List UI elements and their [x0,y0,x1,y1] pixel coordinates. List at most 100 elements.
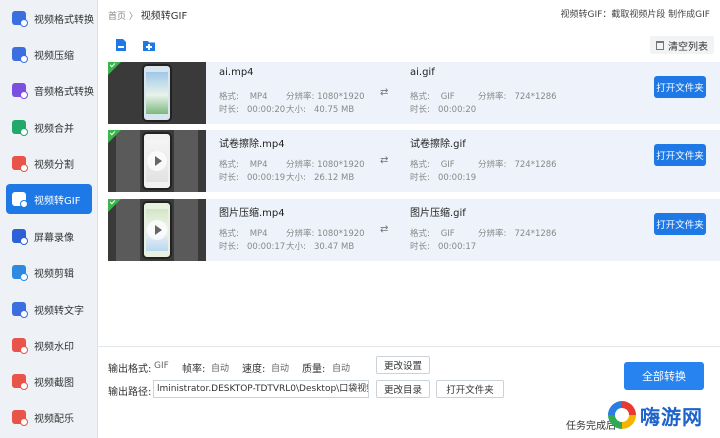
clear-list-label: 清空列表 [668,41,708,53]
breadcrumb: 首页 〉 视频转GIF [108,7,187,22]
video-music-icon [12,410,28,426]
add-file-icon[interactable] [114,38,128,52]
source-size: 26.12 MB [313,173,355,183]
sidebar-item-label: 视频格式转换 [34,14,94,26]
sidebar-item-video-convert[interactable]: 视频格式转换 [6,3,94,33]
change-settings-button[interactable]: 更改设置 [376,356,430,374]
screen-record-icon [12,229,28,245]
fps-label: 帧率: [182,364,206,375]
output-resolution: 724*1286 [514,160,557,170]
source-format: MP4 [249,229,268,239]
breadcrumb-separator: 〉 [128,12,138,22]
video-thumbnail [108,130,206,192]
sidebar-item-video-to-gif[interactable]: 视频转GIF [6,184,92,214]
video-edit-icon [12,265,28,281]
sidebar-item-video-split[interactable]: 视频分割 [6,148,92,178]
output-filename: 图片压缩.gif [410,208,466,219]
play-icon [147,220,167,240]
sidebar-item-video-music[interactable]: 视频配乐 [6,402,92,432]
sidebar-item-video-merge[interactable]: 视频合并 [6,112,92,142]
breadcrumb-home[interactable]: 首页 [108,12,126,22]
shuffle-icon: ⇄ [380,155,389,166]
quality-value: 自动 [332,364,351,374]
output-format-value: GIF [154,361,169,371]
shuffle-icon: ⇄ [380,87,389,98]
open-folder-button[interactable]: 打开文件夹 [654,76,706,98]
clear-list-button[interactable]: 清空列表 [650,36,714,54]
speed-value: 自动 [271,364,290,374]
open-output-folder-button[interactable]: 打开文件夹 [436,380,504,398]
video-thumbnail [108,199,206,261]
source-format: MP4 [249,160,268,170]
video-split-icon [12,156,28,172]
sidebar-item-label: 音频格式转换 [34,86,94,98]
output-format-label: 输出格式: [108,364,152,375]
video-to-text-icon [12,302,28,318]
speed-label: 速度: [242,364,266,375]
source-duration: 00:00:17 [246,242,286,252]
sidebar-item-label: 视频水印 [34,341,74,353]
sidebar-item-label: 视频分割 [34,159,74,171]
sidebar-item-video-screenshot[interactable]: 视频截图 [6,366,92,396]
video-to-gif-icon [12,192,28,208]
sidebar-item-screen-record[interactable]: 屏幕录像 [6,221,92,251]
video-screenshot-icon [12,374,28,390]
sidebar-item-label: 视频剪辑 [34,268,74,280]
sidebar-item-video-watermark[interactable]: 视频水印 [6,330,92,360]
sidebar-item-label: 视频配乐 [34,413,74,425]
add-folder-icon[interactable] [142,38,156,52]
source-duration: 00:00:19 [246,173,286,183]
sidebar-item-label: 视频压缩 [34,50,74,62]
quality-label: 质量: [302,364,326,375]
sidebar-item-video-compress[interactable]: 视频压缩 [6,39,92,69]
output-duration: 00:00:19 [437,173,477,183]
output-path-field[interactable]: lministrator.DESKTOP-TDTVRL0\Desktop\口袋视… [153,380,369,398]
video-watermark-icon [12,338,28,354]
output-format: GIF [440,160,455,170]
watermark: 嗨游网 [608,398,714,432]
file-row[interactable]: 试卷擦除.mp4 格式: MP4 分辨率: 1080*1920 时长: 00:0… [108,130,720,192]
fps-value: 自动 [211,364,230,374]
output-format: GIF [440,92,455,102]
sidebar: 视频格式转换 视频压缩 音频格式转换 视频合并 视频分割 视频转GIF 屏幕录像… [0,0,98,438]
change-directory-button[interactable]: 更改目录 [376,380,430,398]
file-row[interactable]: ai.mp4 格式: MP4 分辨率: 1080*1920 时长: 00:00:… [108,62,720,124]
source-resolution: 1080*1920 [317,229,365,239]
sidebar-item-label: 视频合并 [34,123,74,135]
convert-all-button[interactable]: 全部转换 [624,362,704,390]
output-filename: ai.gif [410,67,435,78]
check-icon [108,62,121,75]
feature-hint: 视频转GIF：截取视频片段 制作成GIF [560,10,710,20]
source-format: MP4 [249,92,268,102]
source-filename: 试卷擦除.mp4 [219,139,285,150]
sidebar-item-video-to-text[interactable]: 视频转文字 [6,294,92,324]
watermark-text: 嗨游网 [640,404,703,429]
shuffle-icon: ⇄ [380,224,389,235]
source-resolution: 1080*1920 [317,92,365,102]
video-merge-icon [12,120,28,136]
open-folder-button[interactable]: 打开文件夹 [654,144,706,166]
sidebar-item-video-edit[interactable]: 视频剪辑 [6,257,92,287]
site-logo-icon [608,401,636,429]
sidebar-item-label: 屏幕录像 [34,232,74,244]
video-compress-icon [12,47,28,63]
source-size: 30.47 MB [313,242,355,252]
output-resolution: 724*1286 [514,92,557,102]
output-format: GIF [440,229,455,239]
video-convert-icon [12,11,28,27]
file-row[interactable]: 图片压缩.mp4 格式: MP4 分辨率: 1080*1920 时长: 00:0… [108,199,720,261]
video-thumbnail [108,62,206,124]
play-icon [147,151,167,171]
sidebar-item-label: 视频转GIF [34,195,81,207]
source-resolution: 1080*1920 [317,160,365,170]
source-duration: 00:00:20 [246,105,286,115]
output-resolution: 724*1286 [514,229,557,239]
source-filename: 图片压缩.mp4 [219,208,285,219]
open-folder-button[interactable]: 打开文件夹 [654,213,706,235]
breadcrumb-current: 视频转GIF [140,11,188,22]
output-filename: 试卷擦除.gif [410,139,466,150]
source-filename: ai.mp4 [219,67,254,78]
output-path-label: 输出路径: [108,387,152,398]
sidebar-item-audio-convert[interactable]: 音频格式转换 [6,75,94,105]
sidebar-item-label: 视频截图 [34,377,74,389]
